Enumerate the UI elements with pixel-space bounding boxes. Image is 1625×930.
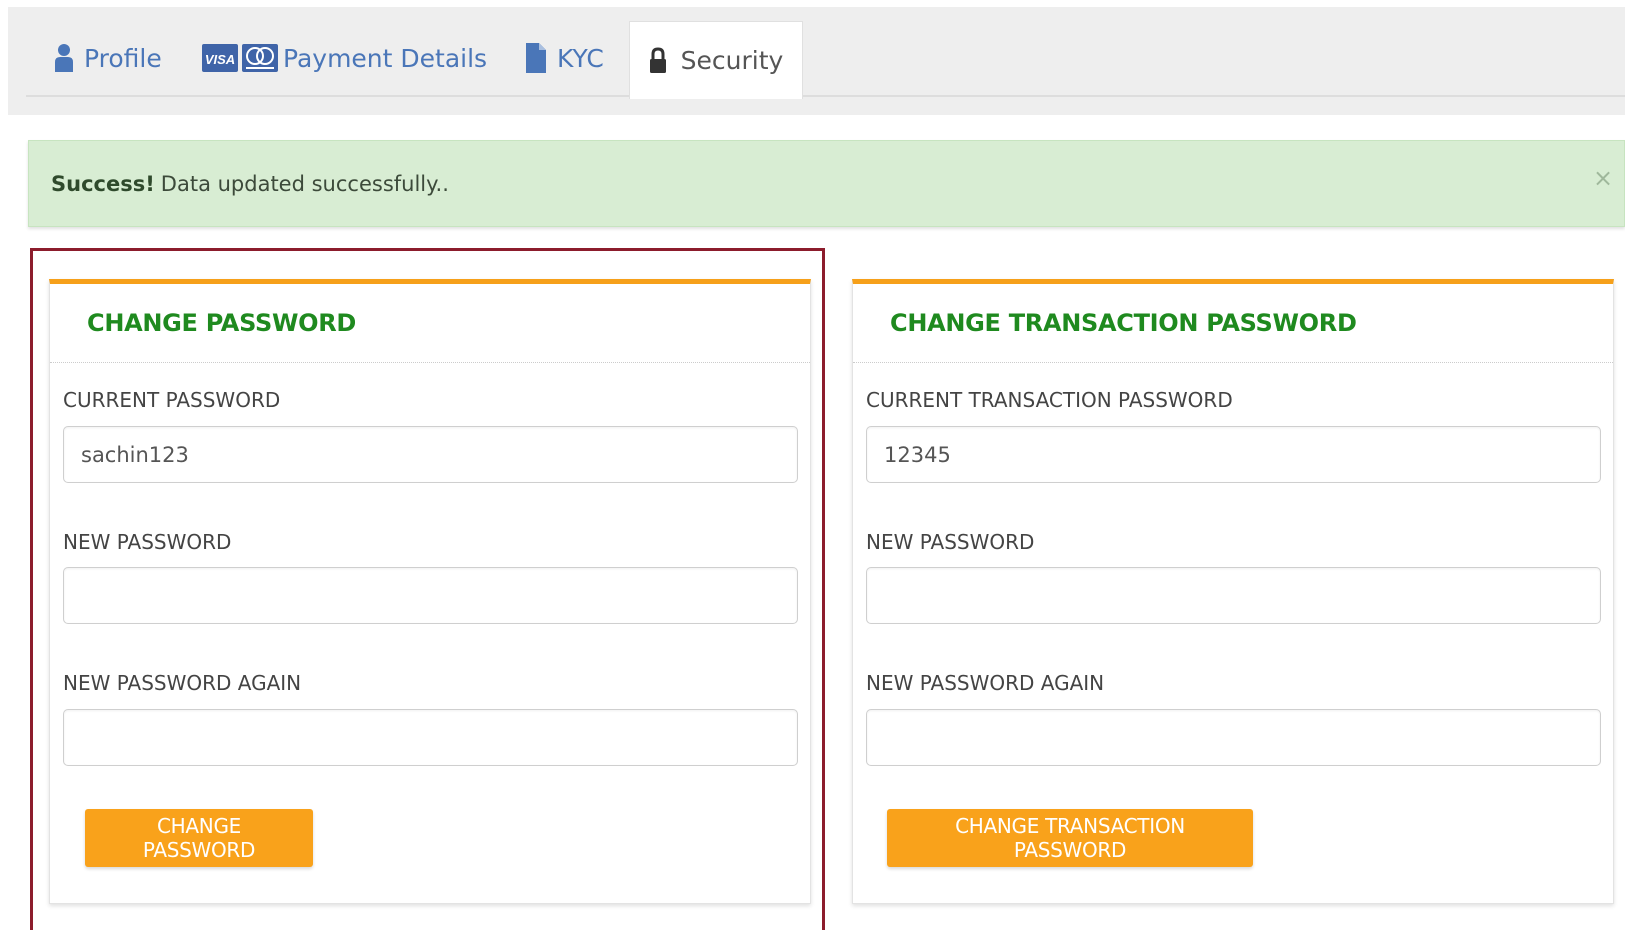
tab-bar-divider	[26, 95, 1625, 97]
change-transaction-password-panel: CHANGE TRANSACTION PASSWORD CURRENT TRAN…	[852, 279, 1614, 904]
tab-security-label: Security	[680, 46, 784, 75]
close-icon[interactable]: ×	[1590, 165, 1616, 191]
current-password-label: CURRENT PASSWORD	[63, 388, 281, 412]
tab-profile-label: Profile	[84, 43, 162, 73]
alert-message: Data updated successfully..	[160, 171, 449, 196]
visa-mastercard-icon: VISA	[202, 42, 278, 74]
panel-title: CHANGE PASSWORD	[50, 284, 810, 363]
tab-payment-details-label: Payment Details	[283, 43, 488, 73]
visa-text: VISA	[205, 52, 235, 67]
lock-icon	[649, 46, 667, 75]
document-icon	[525, 42, 547, 74]
current-transaction-password-label: CURRENT TRANSACTION PASSWORD	[866, 388, 1233, 412]
current-password-input[interactable]	[63, 426, 798, 483]
success-alert: Success! Data updated successfully.. ×	[28, 140, 1625, 227]
tab-payment-details[interactable]: VISA Payment Details	[202, 33, 487, 83]
change-password-button[interactable]: CHANGE PASSWORD	[85, 809, 313, 867]
tab-bar: Profile VISA Payment Details KYC Securit…	[8, 7, 1625, 115]
tab-kyc[interactable]: KYC	[525, 33, 604, 83]
change-password-panel: CHANGE PASSWORD CURRENT PASSWORD NEW PAS…	[49, 279, 811, 904]
change-transaction-password-button[interactable]: CHANGE TRANSACTION PASSWORD	[887, 809, 1253, 867]
user-icon	[54, 43, 74, 73]
new-transaction-password-label: NEW PASSWORD	[866, 530, 1035, 554]
alert-strong: Success!	[51, 171, 155, 196]
new-password-again-label: NEW PASSWORD AGAIN	[63, 671, 302, 695]
new-password-label: NEW PASSWORD	[63, 530, 232, 554]
tab-kyc-label: KYC	[557, 43, 604, 73]
tab-profile[interactable]: Profile	[54, 33, 162, 83]
new-password-input[interactable]	[63, 567, 798, 624]
new-password-again-input[interactable]	[63, 709, 798, 766]
new-transaction-password-input[interactable]	[866, 567, 1601, 624]
tab-security[interactable]: Security	[629, 21, 803, 99]
current-transaction-password-input[interactable]	[866, 426, 1601, 483]
new-transaction-password-again-label: NEW PASSWORD AGAIN	[866, 671, 1105, 695]
new-transaction-password-again-input[interactable]	[866, 709, 1601, 766]
panel-title: CHANGE TRANSACTION PASSWORD	[853, 284, 1613, 363]
